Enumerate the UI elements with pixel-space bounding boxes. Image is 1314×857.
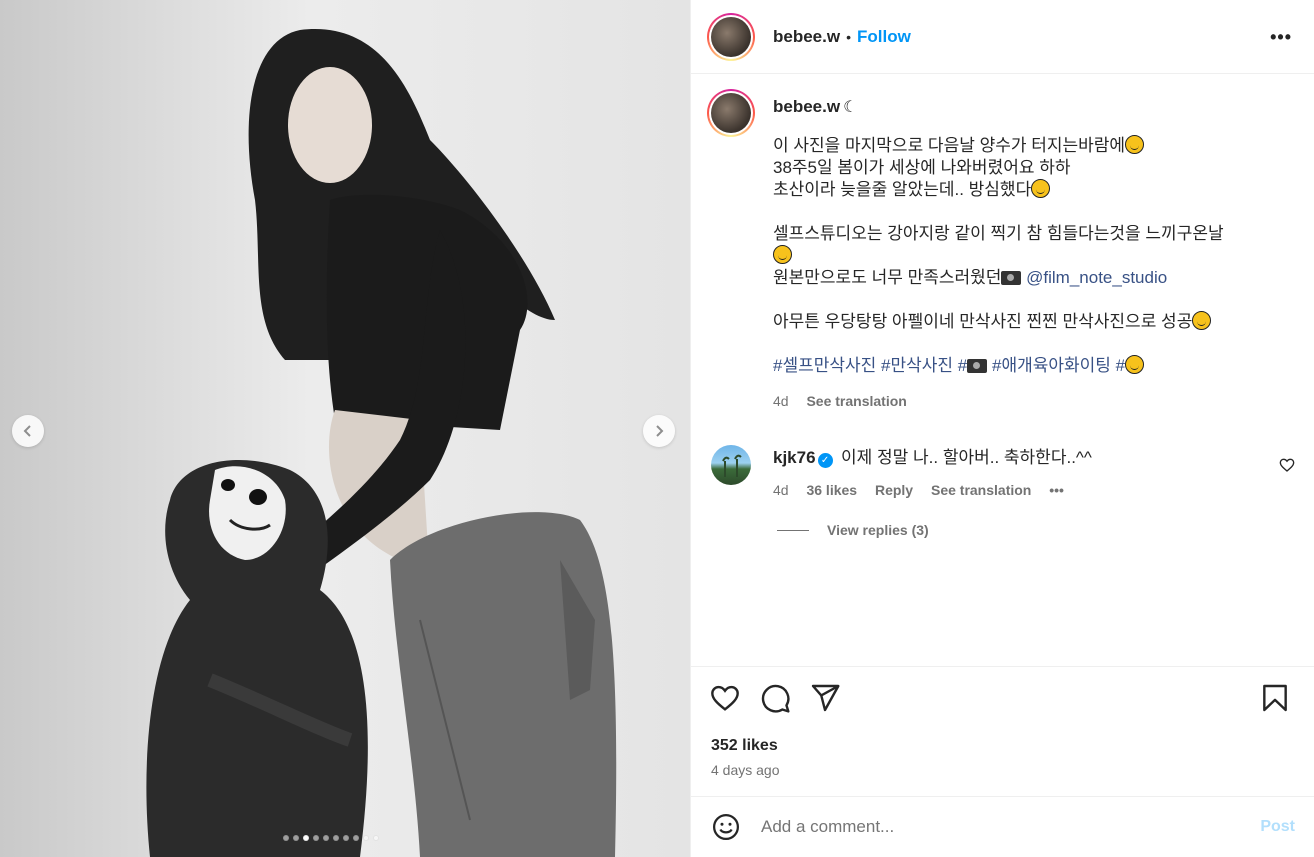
- comment-button[interactable]: [759, 682, 791, 719]
- comment-age: 4d: [773, 482, 789, 498]
- author-username[interactable]: bebee.w: [773, 27, 840, 47]
- post-timestamp[interactable]: 4 days ago: [711, 762, 780, 778]
- like-button[interactable]: [709, 682, 741, 719]
- heart-icon: [1279, 458, 1295, 472]
- comment-text: 이제 정말 나.. 할아버.. 축하한다..^^: [841, 448, 1092, 467]
- carousel-indicator: [283, 835, 379, 841]
- likes-count[interactable]: 352 likes: [711, 737, 778, 755]
- bookmark-icon: [1263, 684, 1287, 712]
- hashtag-link[interactable]: #: [1116, 356, 1125, 375]
- comment-reply-button[interactable]: Reply: [875, 482, 913, 498]
- previous-photo-button[interactable]: [12, 415, 44, 447]
- save-button[interactable]: [1259, 682, 1291, 719]
- comments-section[interactable]: bebee.w ☾ 이 사진을 마지막으로 다음날 양수가 터지는바람에 38주5…: [691, 75, 1314, 667]
- view-replies-button[interactable]: View replies (3): [777, 522, 929, 538]
- caption-username[interactable]: bebee.w: [773, 97, 840, 116]
- separator-dot: •: [846, 28, 851, 45]
- caption-line: 원본만으로도 너무 만족스러웠던: [773, 268, 1002, 287]
- carousel-dot: [293, 835, 299, 841]
- caption-line: 이 사진을 마지막으로 다음날 양수가 터지는바람에: [773, 136, 1126, 155]
- caption-age: 4d: [773, 393, 789, 409]
- hashtag-link[interactable]: #셀프만삭사진: [773, 356, 876, 375]
- smiling-face-emoji-icon: [773, 245, 792, 264]
- carousel-dot: [283, 835, 289, 841]
- hashtag-link[interactable]: #애개육아화이팅: [992, 356, 1111, 375]
- comment-see-translation-button[interactable]: See translation: [931, 482, 1031, 498]
- chevron-right-icon: [656, 425, 664, 437]
- movie-camera-emoji-icon: [967, 359, 988, 373]
- caption-line: 38주5일 봄이가 세상에 나와버렸어요 하하: [773, 158, 1071, 177]
- caption-avatar[interactable]: [707, 89, 755, 137]
- hashtag-link[interactable]: #: [958, 356, 967, 375]
- rofl-emoji-icon: [1192, 311, 1212, 330]
- post-comment-button[interactable]: Post: [1260, 818, 1295, 836]
- moon-glyph: ☾: [843, 99, 858, 116]
- chevron-left-icon: [23, 425, 31, 437]
- commenter-avatar[interactable]: [711, 445, 751, 485]
- author-avatar[interactable]: [707, 12, 755, 61]
- carousel-dot: [343, 835, 349, 841]
- post-actions: [707, 682, 1299, 718]
- add-comment-bar: Post: [691, 796, 1314, 857]
- emoji-picker-icon[interactable]: [711, 812, 741, 842]
- smiling-face-emoji-icon: [1125, 135, 1145, 154]
- share-button[interactable]: [809, 682, 841, 719]
- post-media[interactable]: [0, 0, 690, 857]
- more-options-button[interactable]: •••: [1270, 27, 1292, 48]
- caption-line: 셀프스튜디오는 강아지랑 같이 찍기 참 힘들다는것을 느끼구온날: [773, 224, 1224, 243]
- caption-see-translation-button[interactable]: See translation: [806, 393, 906, 409]
- post-photo: [0, 0, 690, 857]
- laughing-face-emoji-icon: [1031, 179, 1051, 198]
- verified-badge-icon: ✓: [817, 453, 833, 468]
- carousel-dot-active: [303, 835, 309, 841]
- replies-divider: [777, 529, 809, 531]
- add-comment-input[interactable]: [761, 817, 1231, 837]
- comment-bubble-icon: [761, 684, 790, 713]
- laughing-face-emoji-icon: [1125, 355, 1145, 374]
- mention-link[interactable]: @film_note_studio: [1026, 268, 1167, 287]
- caption-line: 초산이라 늦을줄 알았는데.. 방심했다: [773, 180, 1032, 199]
- commenter-username[interactable]: kjk76: [773, 448, 816, 467]
- carousel-dot: [373, 835, 379, 841]
- caption-text: 이 사진을 마지막으로 다음날 양수가 터지는바람에 38주5일 봄이가 세상에…: [773, 135, 1293, 377]
- view-replies-label: View replies (3): [827, 522, 929, 538]
- carousel-dot: [333, 835, 339, 841]
- comment-meta: 4d 36 likes Reply See translation •••: [773, 482, 1273, 498]
- next-photo-button[interactable]: [643, 415, 675, 447]
- paper-plane-icon: [811, 684, 840, 712]
- comment-like-button[interactable]: [1279, 457, 1295, 478]
- carousel-dot: [353, 835, 359, 841]
- caption-line: 아무튼 우당탕탕 아펠이네 만삭사진 찐찐 만삭사진으로 성공: [773, 312, 1193, 331]
- caption-meta: 4d See translation: [773, 393, 1293, 409]
- hashtag-link[interactable]: #만삭사진: [881, 356, 953, 375]
- carousel-dot: [363, 835, 369, 841]
- post-header: bebee.w • Follow •••: [691, 0, 1314, 74]
- comment-likes-button[interactable]: 36 likes: [806, 482, 857, 498]
- camera-emoji-icon: [1001, 271, 1022, 285]
- post-details-panel: bebee.w • Follow ••• bebee.w ☾ 이 사진을 마지막으…: [690, 0, 1314, 857]
- comment-more-options-button[interactable]: •••: [1049, 482, 1064, 498]
- carousel-dot: [323, 835, 329, 841]
- follow-button[interactable]: Follow: [857, 27, 911, 47]
- heart-icon: [711, 685, 739, 711]
- carousel-dot: [313, 835, 319, 841]
